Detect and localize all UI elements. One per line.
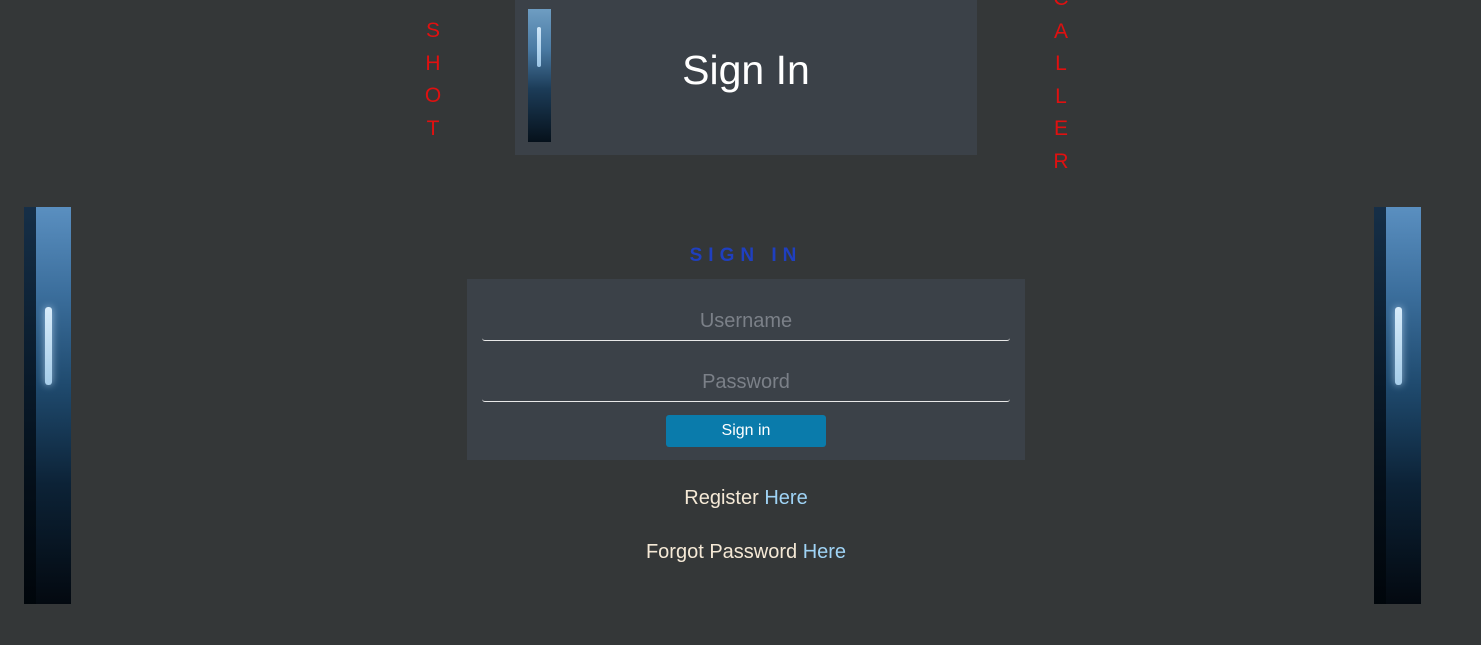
username-input[interactable]: [482, 303, 1010, 341]
decor-letter: O: [424, 84, 442, 107]
shot-vertical-text: S H O T: [418, 15, 448, 145]
password-input[interactable]: [482, 364, 1010, 402]
sign-in-heading: SIGN IN: [689, 245, 803, 266]
decor-letter: L: [1055, 52, 1067, 75]
decor-letter: E: [1053, 117, 1068, 140]
register-line: Register Here: [467, 486, 1025, 510]
page-title: Sign In: [682, 47, 810, 93]
decor-letter: H: [425, 51, 441, 75]
decor-letter: C: [1046, 0, 1076, 16]
register-link[interactable]: Here: [764, 487, 807, 509]
forgot-password-link[interactable]: Here: [803, 541, 846, 563]
sign-in-button[interactable]: Sign in: [666, 415, 826, 447]
decor-letter: T: [426, 116, 440, 140]
decor-letter: A: [1053, 19, 1068, 43]
decor-letter: S: [425, 19, 440, 42]
decor-letter: R: [1053, 149, 1069, 173]
left-side-image: [24, 207, 71, 604]
decor-letter: L: [1055, 84, 1067, 108]
header-panel: Sign In: [515, 0, 977, 155]
caller-vertical-text: C A L L E R: [1046, 0, 1076, 178]
right-side-image: [1374, 207, 1421, 604]
register-text: Register: [684, 487, 759, 509]
forgot-password-text: Forgot Password: [645, 541, 798, 563]
login-form: Sign in: [467, 279, 1025, 460]
forgot-password-line: Forgot Password Here: [467, 540, 1025, 564]
